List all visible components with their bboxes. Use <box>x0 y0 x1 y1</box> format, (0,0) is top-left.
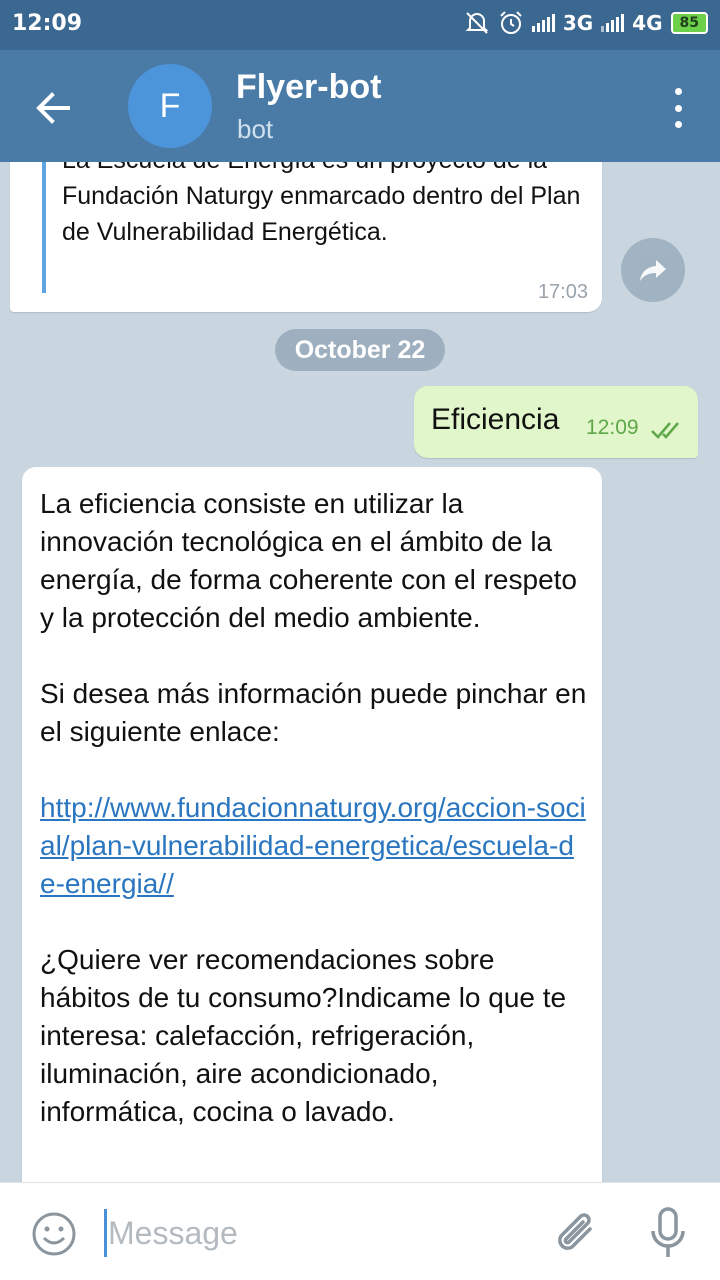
message-paragraph: ¿Quiere ver recomendaciones sobre hábito… <box>40 944 567 1127</box>
message-paragraph: La eficiencia consiste en utilizar la in… <box>40 488 578 633</box>
arrow-left-icon <box>36 92 70 124</box>
status-icons: 3G 4G 85 <box>464 10 708 36</box>
date-separator: October 22 <box>275 329 445 371</box>
text-cursor <box>104 1209 107 1257</box>
message-body: La eficiencia consiste en utilizar la in… <box>40 485 588 1131</box>
message-link[interactable]: http://www.fundacionnaturgy.org/accion-s… <box>40 792 586 899</box>
chat-subtitle: bot <box>237 114 274 144</box>
status-bar: 12:09 3G 4G 85 <box>0 0 720 50</box>
microphone-icon <box>651 1207 685 1257</box>
smiley-icon <box>32 1212 76 1256</box>
signal-icon <box>531 14 555 32</box>
chat-area[interactable]: La Escuela de Energía es un proyecto de … <box>0 162 720 1182</box>
double-check-icon <box>651 422 679 439</box>
quote-text: La Escuela de Energía es un proyecto de … <box>62 162 581 246</box>
voice-message-button[interactable] <box>648 1205 688 1263</box>
message-bubble-incoming[interactable]: La Escuela de Energía es un proyecto de … <box>10 162 602 312</box>
chat-header: F Flyer-bot bot <box>0 50 720 162</box>
emoji-button[interactable] <box>30 1210 78 1258</box>
back-button[interactable] <box>30 84 78 132</box>
battery-icon: 85 <box>670 12 708 34</box>
avatar[interactable]: F <box>128 64 212 148</box>
more-options-button[interactable] <box>672 88 684 128</box>
alarm-off-icon <box>465 12 489 34</box>
network-type-2: 4G <box>632 11 663 35</box>
dot-icon <box>674 121 682 128</box>
message-time: 17:03 <box>537 281 588 303</box>
alarm-clock-icon <box>500 11 522 34</box>
message-input-bar <box>0 1182 720 1280</box>
dot-icon <box>674 104 682 112</box>
status-time: 12:09 <box>12 11 83 36</box>
message-bubble-incoming[interactable]: La eficiencia consiste en utilizar la in… <box>22 467 602 1182</box>
attach-button[interactable] <box>552 1207 602 1259</box>
signal-icon-2 <box>601 14 625 32</box>
message-time: 12:09 <box>586 416 639 439</box>
share-button[interactable] <box>621 238 685 302</box>
paperclip-icon <box>558 1213 592 1250</box>
message-input[interactable] <box>108 1207 528 1259</box>
network-type-1: 3G <box>562 11 594 35</box>
dot-icon <box>674 88 682 95</box>
chat-title[interactable]: Flyer-bot <box>236 68 381 107</box>
share-arrow-icon <box>640 260 666 281</box>
message-text: Eficiencia <box>431 403 560 436</box>
message-paragraph: Si desea más información puede pinchar e… <box>40 678 587 747</box>
message-bubble-outgoing[interactable]: Eficiencia 12:09 <box>414 386 698 458</box>
quote-bar <box>42 162 46 293</box>
